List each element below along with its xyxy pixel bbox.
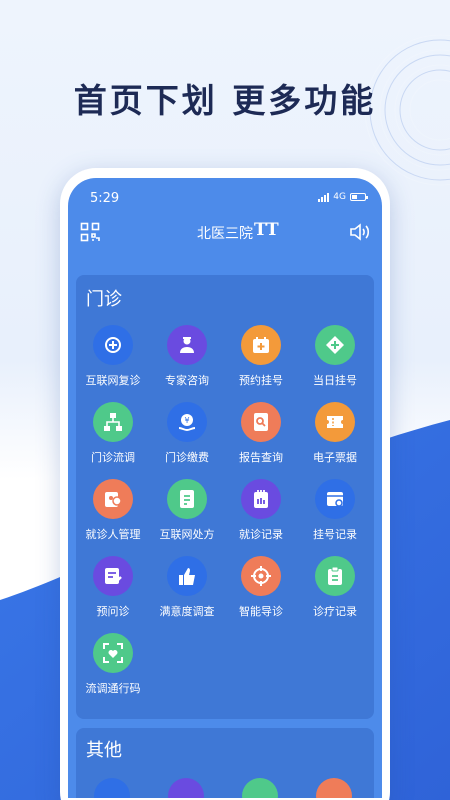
plus-chat-icon xyxy=(93,325,133,365)
ticket-icon xyxy=(315,402,355,442)
status-indicators: 4G xyxy=(318,192,368,202)
grid-item-label: 互联网复诊 xyxy=(85,374,141,387)
grid-item[interactable]: 预问诊 xyxy=(76,556,150,619)
patient-card-icon xyxy=(93,479,133,519)
grid-item-label: 电子票据 xyxy=(313,451,357,464)
grid-item-label: 专家咨询 xyxy=(165,374,209,387)
section-title: 其他 xyxy=(86,740,122,761)
status-time: 5:29 xyxy=(90,191,120,206)
report-icon xyxy=(241,402,281,442)
doctor-icon xyxy=(167,325,207,365)
font-size-label: TT xyxy=(254,220,279,240)
diamond-plus-icon xyxy=(315,325,355,365)
grid-item-label: 诊疗记录 xyxy=(313,605,357,618)
grid-item[interactable]: 门诊流调 xyxy=(76,402,150,465)
status-bar: 5:29 4G xyxy=(68,178,382,218)
thumbs-up-icon xyxy=(167,556,207,596)
target-icon xyxy=(241,556,281,596)
prescription-icon xyxy=(167,479,207,519)
grid-item[interactable]: 预约挂号 xyxy=(224,325,298,388)
edit-note-icon xyxy=(93,556,133,596)
grid-item[interactable]: 专家咨询 xyxy=(150,325,224,388)
network-label: 4G xyxy=(333,192,346,202)
grid-item-label: 挂号记录 xyxy=(313,528,357,541)
flowchart-icon xyxy=(93,402,133,442)
signal-icon xyxy=(318,192,330,202)
grid-item[interactable]: 报告查询 xyxy=(224,402,298,465)
section-title: 门诊 xyxy=(86,289,122,310)
grid-item[interactable]: 互联网处方 xyxy=(150,479,224,542)
grid-item[interactable]: 诊疗记录 xyxy=(298,556,372,619)
grid-item-label: 预约挂号 xyxy=(239,374,283,387)
grid-item-label: 门诊缴费 xyxy=(165,451,209,464)
calendar-search-icon xyxy=(315,479,355,519)
grid-item[interactable]: 就诊记录 xyxy=(224,479,298,542)
svg-text:¥: ¥ xyxy=(184,416,189,425)
top-nav: 北医三院 TT xyxy=(68,218,382,248)
grid-item-label: 报告查询 xyxy=(239,451,283,464)
grid-item[interactable]: 流调通行码 xyxy=(76,633,150,696)
grid-item-label: 门诊流调 xyxy=(91,451,135,464)
grid-item-label: 就诊人管理 xyxy=(85,528,141,541)
grid-item[interactable]: 满意度调查 xyxy=(150,556,224,619)
yuan-hand-icon: ¥ xyxy=(167,402,207,442)
scan-heart-icon xyxy=(93,633,133,673)
app-screen: 5:29 4G 北医三院 TT 门诊 互联网复诊 专家咨询 预约挂号 当日挂号门诊流调… xyxy=(68,178,382,800)
grid-item[interactable]: ¥ 门诊缴费 xyxy=(150,402,224,465)
promo-headline: 首页下划 更多功能 xyxy=(73,81,377,120)
clipboard-icon xyxy=(315,556,355,596)
grid-item-label: 流调通行码 xyxy=(85,682,141,695)
grid-item[interactable]: 互联网复诊 xyxy=(76,325,150,388)
grid-item[interactable]: 电子票据 xyxy=(298,402,372,465)
grid-item-label: 就诊记录 xyxy=(239,528,283,541)
grid-item[interactable]: 就诊人管理 xyxy=(76,479,150,542)
record-icon xyxy=(241,479,281,519)
font-size-button[interactable]: TT xyxy=(254,220,279,240)
outpatient-section: 门诊 互联网复诊 专家咨询 预约挂号 当日挂号门诊流调 ¥ 门诊缴费 报告查询 电子票据就诊人… xyxy=(76,275,374,719)
grid-item-label: 智能导诊 xyxy=(239,605,283,618)
grid-item-label: 互联网处方 xyxy=(159,528,215,541)
hospital-title: 北医三院 xyxy=(197,226,253,242)
calendar-plus-icon xyxy=(241,325,281,365)
grid-item[interactable]: 当日挂号 xyxy=(298,325,372,388)
grid-item-label: 预问诊 xyxy=(96,605,130,618)
speaker-icon[interactable] xyxy=(348,221,372,243)
grid-item-label: 当日挂号 xyxy=(313,374,357,387)
grid-item[interactable]: 智能导诊 xyxy=(224,556,298,619)
battery-icon xyxy=(350,193,368,201)
bottom-tab-bar xyxy=(68,798,382,800)
grid-item[interactable]: 挂号记录 xyxy=(298,479,372,542)
grid-item-label: 满意度调查 xyxy=(159,605,215,618)
